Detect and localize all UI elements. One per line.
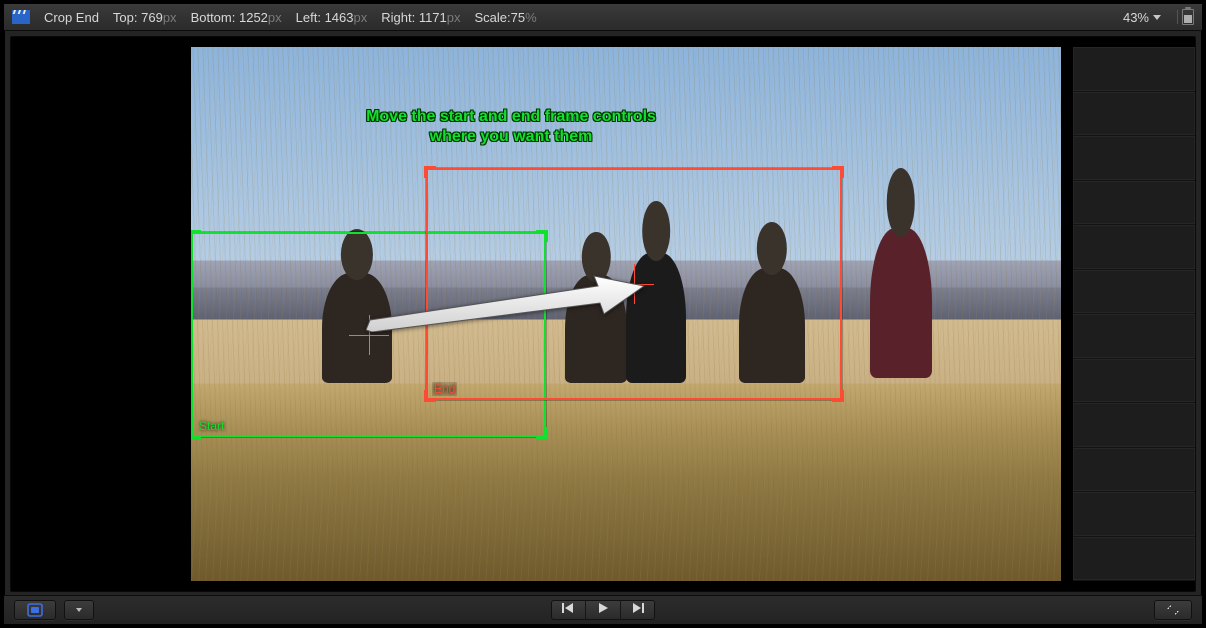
crop-top-label: Top:: [113, 10, 138, 25]
crop-right-label: Right:: [381, 10, 415, 25]
crop-bottom-label: Bottom:: [191, 10, 236, 25]
view-scale-dropdown[interactable]: 43%: [1123, 10, 1161, 25]
viewer-stage: Move the start and end frame controls wh…: [10, 36, 1196, 592]
crop-left-label: Left:: [296, 10, 321, 25]
crop-scale-unit: %: [525, 10, 537, 25]
skip-forward-icon: [631, 601, 645, 619]
crop-bottom-value: 1252: [239, 10, 268, 25]
illustration-person: [870, 228, 932, 378]
crop-start-label: Start: [197, 419, 226, 433]
crop-left-readout[interactable]: Left: 1463px: [296, 10, 368, 25]
help-annotation: Move the start and end frame controls wh…: [311, 107, 711, 147]
help-annotation-line1: Move the start and end frame controls: [311, 107, 711, 127]
crop-end-handle-tl[interactable]: [424, 166, 436, 178]
filmstrip-thumb[interactable]: [1073, 314, 1195, 359]
chevron-down-icon: [1153, 15, 1161, 20]
crop-right-readout[interactable]: Right: 1171px: [381, 10, 460, 25]
crop-top-value: 769: [141, 10, 163, 25]
crop-end-label: End: [432, 382, 457, 396]
crop-start-handle-tl[interactable]: [191, 230, 201, 242]
filmstrip-thumb[interactable]: [1073, 47, 1195, 92]
filmstrip-thumb[interactable]: [1073, 225, 1195, 270]
crop-mode-label[interactable]: Crop End: [44, 10, 99, 25]
battery-status-icon: [1175, 9, 1194, 25]
effects-menu-button[interactable]: [64, 600, 94, 620]
effects-button[interactable]: [14, 600, 56, 620]
chevron-down-icon: [76, 608, 82, 612]
fullscreen-icon: [1166, 604, 1180, 616]
effects-icon: [27, 603, 43, 617]
crop-end-frame[interactable]: End: [426, 168, 842, 400]
filmstrip-thumb[interactable]: [1073, 403, 1195, 448]
filmstrip-thumb[interactable]: [1073, 92, 1195, 137]
crosshair-icon: [614, 264, 654, 304]
app-clapperboard-icon: [12, 10, 30, 24]
filmstrip-thumb[interactable]: [1073, 270, 1195, 315]
crop-scale-value: 75: [511, 10, 525, 25]
skip-back-icon: [561, 601, 575, 619]
filmstrip-thumb[interactable]: [1073, 181, 1195, 226]
crop-start-handle-br[interactable]: [536, 427, 548, 439]
next-frame-button[interactable]: [621, 600, 655, 620]
video-canvas[interactable]: Move the start and end frame controls wh…: [191, 47, 1061, 581]
play-icon: [596, 601, 610, 619]
crop-left-value: 1463: [325, 10, 354, 25]
crop-right-value: 1171: [419, 10, 447, 25]
crop-top-unit: px: [163, 10, 177, 25]
crop-toolbar: Crop End Top: 769px Bottom: 1252px Left:…: [4, 4, 1202, 31]
crop-top-readout[interactable]: Top: 769px: [113, 10, 177, 25]
crop-scale-label: Scale:: [475, 10, 511, 25]
fullscreen-button[interactable]: [1154, 600, 1192, 620]
crop-end-handle-br[interactable]: [832, 390, 844, 402]
viewer-bottombar: [4, 595, 1202, 624]
filmstrip-thumb[interactable]: [1073, 537, 1195, 582]
crop-scale-readout[interactable]: Scale:75%: [475, 10, 537, 25]
filmstrip-panel[interactable]: [1073, 47, 1195, 581]
crosshair-icon: [349, 315, 389, 355]
filmstrip-thumb[interactable]: [1073, 448, 1195, 493]
crop-right-unit: px: [447, 10, 461, 25]
filmstrip-thumb[interactable]: [1073, 492, 1195, 537]
view-scale-value: 43%: [1123, 10, 1149, 25]
filmstrip-thumb[interactable]: [1073, 359, 1195, 404]
help-annotation-line2: where you want them: [311, 127, 711, 147]
crop-left-unit: px: [353, 10, 367, 25]
play-button[interactable]: [586, 600, 621, 620]
crop-end-handle-tr[interactable]: [832, 166, 844, 178]
filmstrip-thumb[interactable]: [1073, 136, 1195, 181]
transport-controls: [551, 600, 655, 620]
previous-frame-button[interactable]: [551, 600, 586, 620]
crop-bottom-readout[interactable]: Bottom: 1252px: [191, 10, 282, 25]
viewer-window: Crop End Top: 769px Bottom: 1252px Left:…: [4, 4, 1202, 624]
crop-bottom-unit: px: [268, 10, 282, 25]
